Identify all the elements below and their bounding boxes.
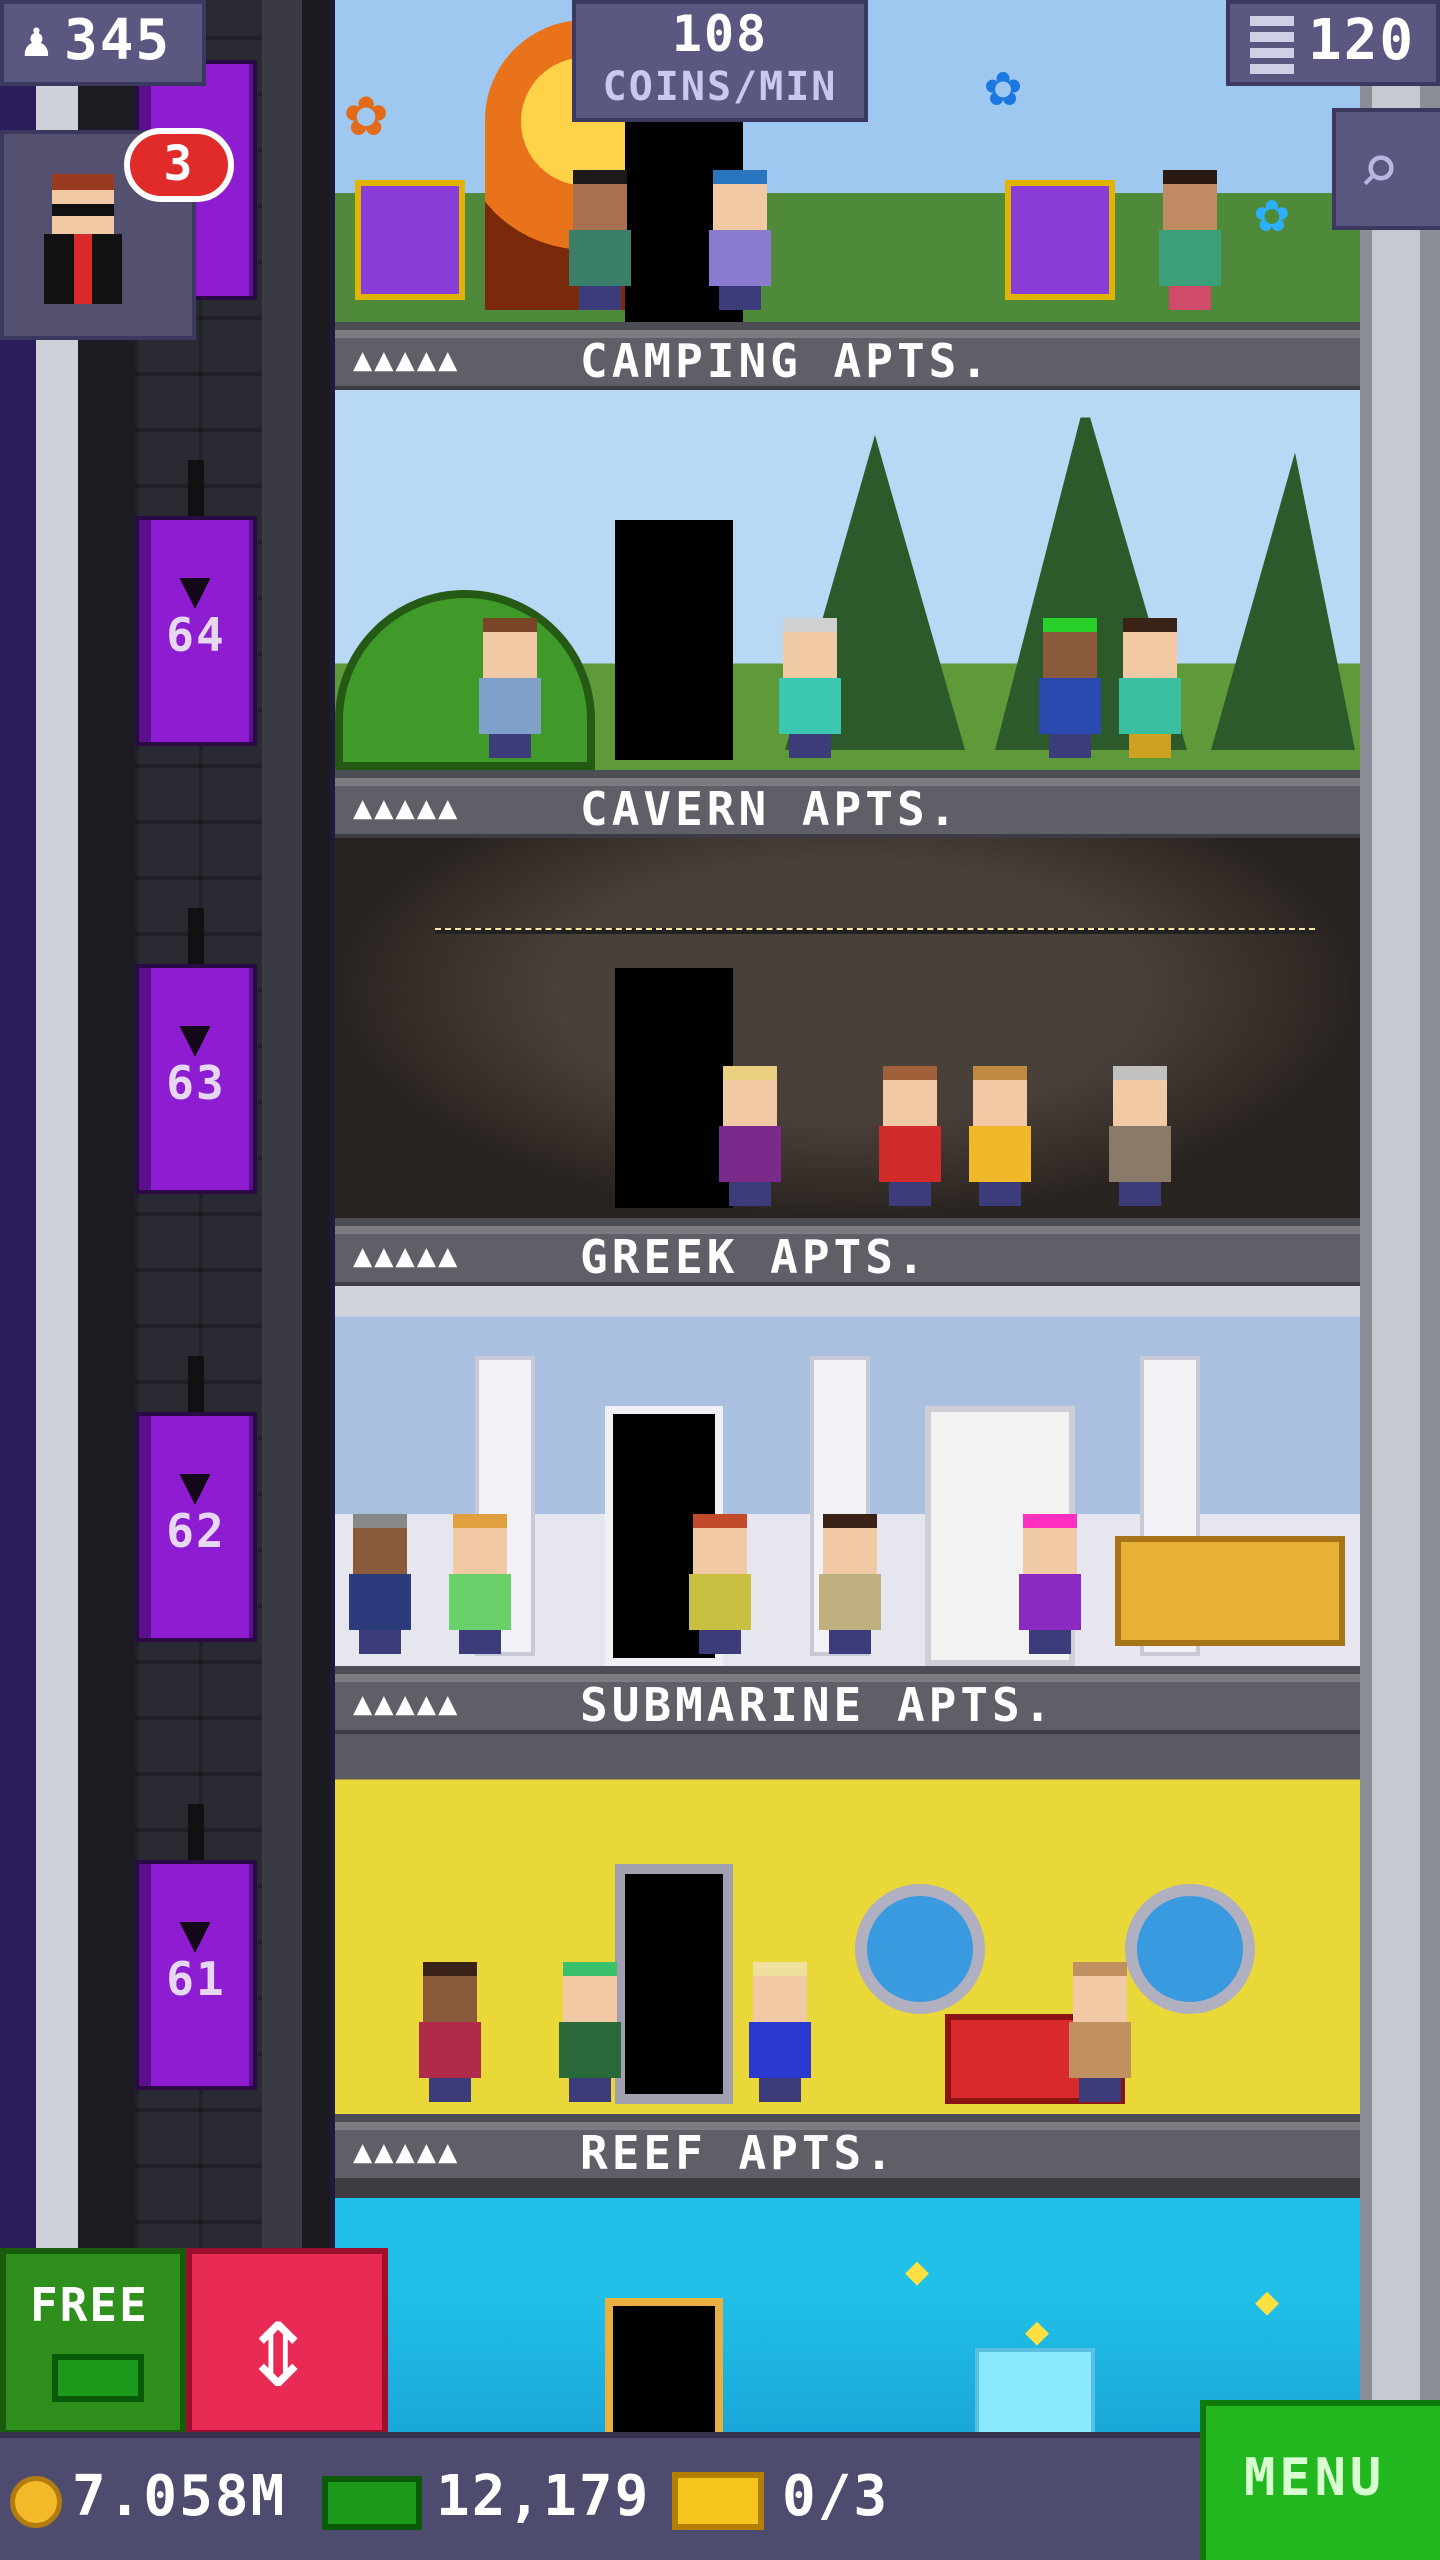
floor-name: CAMPING APTS. — [580, 334, 993, 388]
porthole — [1125, 1884, 1255, 2014]
resident[interactable] — [1105, 1066, 1175, 1206]
resident[interactable] — [415, 1962, 485, 2102]
floor-name: CAVERN APTS. — [580, 782, 961, 836]
floor-occupancy: ▲▲▲▲▲ — [353, 340, 460, 378]
resident[interactable] — [475, 618, 545, 758]
resident[interactable] — [1155, 170, 1225, 310]
tickets-value: 0/3 — [782, 2464, 890, 2529]
elevator-car-61[interactable]: ▼ 61 — [135, 1804, 257, 2090]
floor-name: GREEK APTS. — [580, 1230, 929, 1284]
room-cavern[interactable] — [335, 838, 1360, 1226]
elevator-car-62[interactable]: ▼ 62 — [135, 1356, 257, 1642]
reef-door[interactable] — [605, 2298, 723, 2438]
population-value: 345 — [64, 8, 172, 73]
room-greek[interactable] — [335, 1286, 1360, 1674]
resident[interactable] — [445, 1514, 515, 1654]
resident[interactable] — [555, 1962, 625, 2102]
purple-throne-right — [1005, 180, 1115, 300]
floor-name: SUBMARINE APTS. — [580, 1678, 1056, 1732]
submarine-door[interactable] — [615, 1864, 733, 2104]
elevator-floor-number: 62 — [166, 1504, 226, 1558]
coins-per-min-label: COINS/MIN — [602, 64, 838, 110]
elevator-hook — [188, 1804, 204, 1860]
resident[interactable] — [815, 1514, 885, 1654]
resident[interactable] — [705, 170, 775, 310]
resident[interactable] — [965, 1066, 1035, 1206]
butterfly-icon: ✿ — [1255, 180, 1289, 245]
search-button[interactable]: ⌕ — [1332, 108, 1440, 230]
camping-door[interactable] — [615, 520, 733, 760]
resident[interactable] — [1115, 618, 1185, 758]
floor-count-value: 120 — [1308, 8, 1416, 73]
floor-label-greek[interactable]: ▲▲▲▲▲ GREEK APTS. — [335, 1226, 1360, 1286]
elevator-floor-number: 64 — [166, 608, 226, 662]
coins-per-min-value: 108 — [671, 5, 769, 63]
resident[interactable] — [685, 1514, 755, 1654]
floor-label-submarine[interactable]: ▲▲▲▲▲ SUBMARINE APTS. — [335, 1674, 1360, 1734]
elevator-hook — [188, 908, 204, 964]
vip-count-badge: 3 — [124, 128, 234, 202]
bux-icon — [322, 2476, 422, 2530]
ice-block — [975, 2348, 1095, 2438]
resident[interactable] — [1035, 618, 1105, 758]
elevator-hook — [188, 460, 204, 516]
elevator-hook — [188, 1356, 204, 1412]
floor-occupancy: ▲▲▲▲▲ — [353, 2132, 460, 2170]
vip-avatar — [38, 174, 128, 324]
purple-throne-left — [355, 180, 465, 300]
magnifier-icon: ⌕ — [1358, 128, 1401, 210]
room-submarine[interactable] — [335, 1734, 1360, 2122]
population-counter[interactable]: ♟ 345 — [0, 0, 206, 86]
elevator-car-64[interactable]: ▼ 64 — [135, 460, 257, 746]
butterfly-icon: ✿ — [345, 70, 388, 152]
floor-label-cavern[interactable]: ▲▲▲▲▲ CAVERN APTS. — [335, 778, 1360, 838]
coins-per-minute[interactable]: 108 COINS/MIN — [572, 0, 868, 122]
floor-occupancy: ▲▲▲▲▲ — [353, 1236, 460, 1274]
menu-button[interactable]: MENU — [1200, 2400, 1440, 2560]
resident[interactable] — [745, 1962, 815, 2102]
floor-occupancy: ▲▲▲▲▲ — [353, 1684, 460, 1722]
tent — [335, 590, 595, 770]
floor-occupancy: ▲▲▲▲▲ — [353, 788, 460, 826]
menu-label: MENU — [1244, 2448, 1386, 2508]
resident[interactable] — [565, 170, 635, 310]
tower-right-wall — [1360, 0, 1440, 2560]
elevator-floor-number: 63 — [166, 1056, 226, 1110]
ticket-icon — [672, 2472, 764, 2530]
elevator-shaft-background — [0, 0, 330, 2560]
coins-value: 7.058M — [72, 2464, 287, 2529]
bux-value: 12,179 — [436, 2464, 651, 2529]
free-label: FREE — [30, 2278, 149, 2332]
coin-icon — [10, 2476, 62, 2528]
sofa — [1115, 1536, 1345, 1646]
floor-name: REEF APTS. — [580, 2126, 897, 2180]
elevator-floor-number: 61 — [166, 1952, 226, 2006]
building-icon — [1250, 16, 1294, 74]
free-bux-button[interactable]: FREE — [0, 2248, 186, 2436]
porthole — [855, 1884, 985, 2014]
floor-count[interactable]: 120 — [1226, 0, 1440, 86]
resident[interactable] — [1065, 1962, 1135, 2102]
resident[interactable] — [875, 1066, 945, 1206]
floor-label-camping[interactable]: ▲▲▲▲▲ CAMPING APTS. — [335, 330, 1360, 390]
string-lights — [435, 928, 1315, 934]
person-icon: ♟ — [22, 12, 51, 68]
elevator-button[interactable]: ⇕ — [186, 2248, 388, 2436]
floor-label-reef[interactable]: ▲▲▲▲▲ REEF APTS. — [335, 2122, 1360, 2198]
fish-icon: ◆ — [905, 2248, 930, 2294]
up-down-arrows-icon: ⇕ — [242, 2276, 315, 2415]
resident[interactable] — [345, 1514, 415, 1654]
resident[interactable] — [1015, 1514, 1085, 1654]
resident[interactable] — [715, 1066, 785, 1206]
resident[interactable] — [775, 618, 845, 758]
butterfly-icon: ✿ — [985, 50, 1022, 120]
fish-icon: ◆ — [1255, 2278, 1280, 2324]
bux-icon — [52, 2354, 144, 2402]
room-camping[interactable] — [335, 390, 1360, 778]
elevator-car-63[interactable]: ▼ 63 — [135, 908, 257, 1194]
